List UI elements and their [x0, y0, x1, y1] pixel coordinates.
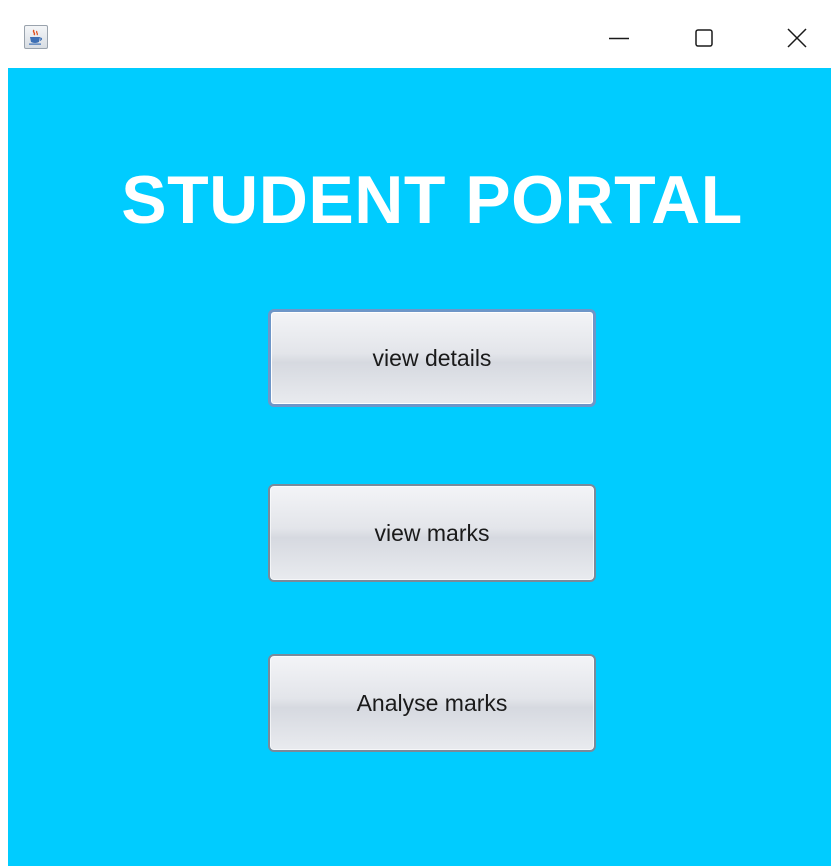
analyse-marks-button[interactable]: Analyse marks [268, 654, 596, 752]
java-logo-icon [29, 29, 43, 45]
view-details-button[interactable]: view details [268, 309, 596, 407]
minimize-button[interactable] [591, 8, 647, 68]
close-icon [787, 28, 807, 48]
title-bar[interactable] [8, 8, 831, 68]
window-edge [0, 0, 8, 866]
java-coffee-cup-icon[interactable] [24, 25, 48, 49]
minimize-icon [609, 37, 629, 40]
main-panel: STUDENT PORTAL view details view marks A… [8, 68, 831, 866]
application-window: STUDENT PORTAL view details view marks A… [0, 0, 831, 866]
page-title: STUDENT PORTAL [121, 162, 743, 238]
maximize-icon [695, 29, 713, 47]
close-button[interactable] [769, 8, 825, 68]
maximize-button[interactable] [676, 8, 732, 68]
view-marks-button[interactable]: view marks [268, 484, 596, 582]
